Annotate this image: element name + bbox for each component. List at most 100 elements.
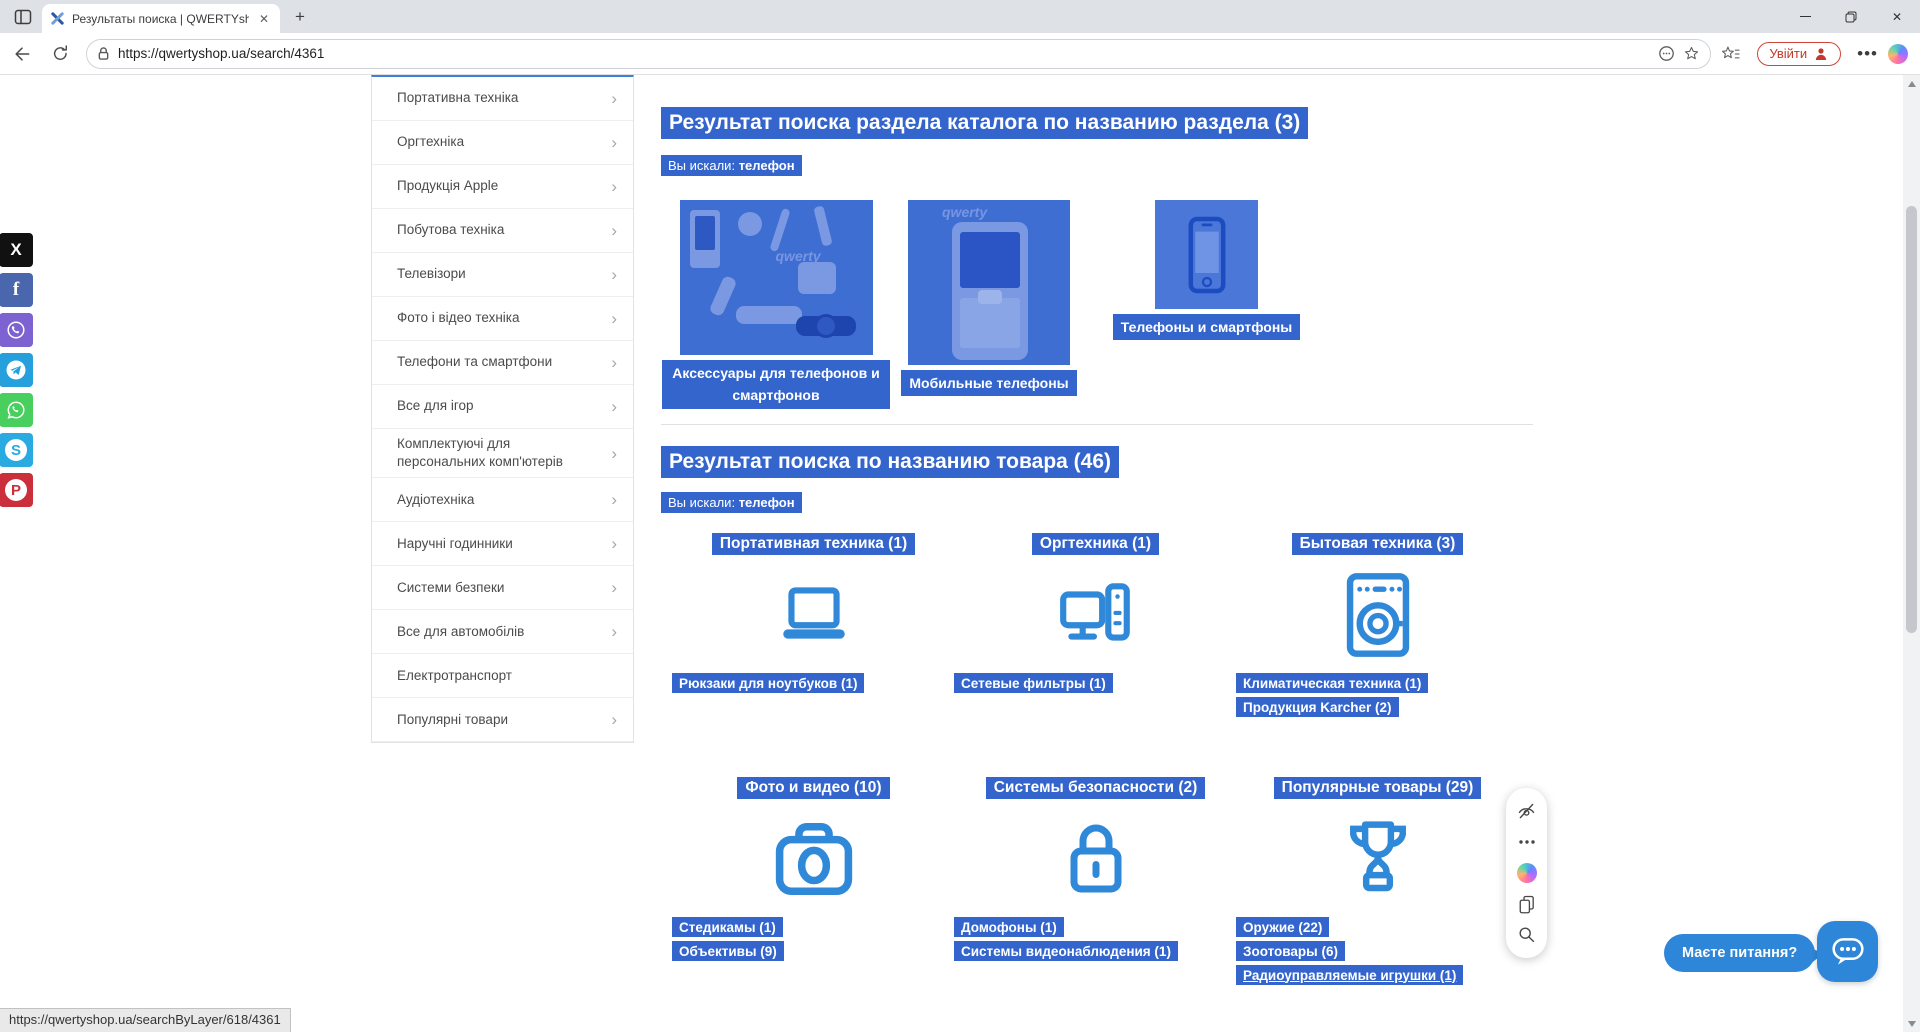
chat-widget-button[interactable] bbox=[1817, 921, 1878, 982]
sidebar-category-item[interactable]: Системи безпеки › bbox=[372, 566, 633, 610]
chat-prompt-bubble[interactable]: Маєте питання? bbox=[1664, 934, 1815, 972]
subcategory-link[interactable]: Зоотовары (6) bbox=[1236, 941, 1345, 961]
address-bar[interactable]: https://qwertyshop.ua/search/4361 bbox=[86, 39, 1711, 69]
sidebar-category-item[interactable]: Популярні товари › bbox=[372, 698, 633, 742]
product-category-result: Портативная техника (1) Рюкзаки для ноут… bbox=[672, 533, 955, 697]
sidebar-category-item[interactable]: Портативна техніка › bbox=[372, 77, 633, 121]
scroll-up-arrow[interactable] bbox=[1903, 75, 1920, 92]
section2-searched: Вы искали: телефон bbox=[661, 492, 802, 513]
social-share-button[interactable] bbox=[0, 313, 33, 347]
url-text[interactable]: https://qwertyshop.ua/search/4361 bbox=[118, 46, 1650, 61]
sidebar-category-item[interactable]: Все для автомобілів › bbox=[372, 610, 633, 654]
social-share-button[interactable]: S bbox=[0, 433, 33, 467]
category-title-link[interactable]: Бытовая техника (3) bbox=[1292, 533, 1464, 555]
tab-actions-menu-button[interactable] bbox=[8, 3, 38, 31]
sidebar-category-label: Все для автомобілів bbox=[397, 623, 524, 641]
lock-icon bbox=[1056, 817, 1136, 901]
sidebar-category-label: Портативна техніка bbox=[397, 89, 518, 107]
telegram-icon bbox=[4, 358, 28, 382]
settings-more-icon[interactable]: ••• bbox=[1857, 44, 1878, 64]
site-favicon bbox=[50, 11, 65, 26]
sidebar-category-item[interactable]: Оргтехніка › bbox=[372, 121, 633, 165]
sidebar-category-item[interactable]: Фото і відео техніка › bbox=[372, 297, 633, 341]
tab-close-icon[interactable]: ✕ bbox=[256, 12, 272, 26]
search-button[interactable] bbox=[1514, 921, 1540, 947]
restore-button[interactable] bbox=[1828, 0, 1874, 33]
social-share-button[interactable]: X bbox=[0, 233, 33, 267]
search-icon bbox=[1517, 925, 1536, 944]
subcategory-link[interactable]: Стедикамы (1) bbox=[672, 917, 783, 937]
catalog-card-image-phone: qwerty bbox=[908, 200, 1070, 365]
minimize-button[interactable] bbox=[1782, 0, 1828, 33]
sidebar-category-label: Телевізори bbox=[397, 265, 466, 283]
sidebar-category-label: Наручні годинники bbox=[397, 535, 513, 553]
copilot-button[interactable] bbox=[1514, 860, 1540, 886]
social-share-bar: X f bbox=[0, 233, 33, 507]
close-button[interactable]: ✕ bbox=[1874, 0, 1920, 33]
chevron-right-icon: › bbox=[611, 266, 617, 283]
lock-icon[interactable] bbox=[97, 46, 110, 61]
page-content: X f bbox=[0, 75, 1920, 1032]
favorites-bar-icon[interactable] bbox=[1721, 45, 1741, 63]
sidebar-category-label: Аудіотехніка bbox=[397, 491, 474, 509]
category-title-link[interactable]: Фото и видео (10) bbox=[737, 777, 889, 799]
more-actions-button[interactable] bbox=[1514, 829, 1540, 855]
subcategory-link[interactable]: Рюкзаки для ноутбуков (1) bbox=[672, 673, 864, 693]
favorite-star-icon[interactable] bbox=[1683, 45, 1700, 62]
category-title-link[interactable]: Популярные товары (29) bbox=[1274, 777, 1482, 799]
copy-button[interactable] bbox=[1514, 891, 1540, 917]
subcategory-link[interactable]: Оружие (22) bbox=[1236, 917, 1329, 937]
chevron-right-icon: › bbox=[611, 535, 617, 552]
permissions-icon[interactable] bbox=[1658, 45, 1675, 62]
qwerty-watermark: qwerty bbox=[776, 248, 821, 264]
social-share-button[interactable]: f bbox=[0, 273, 33, 307]
subcategory-link[interactable]: Продукция Karcher (2) bbox=[1236, 697, 1399, 717]
subcategory-link[interactable]: Домофоны (1) bbox=[954, 917, 1064, 937]
camera-icon bbox=[771, 816, 857, 902]
catalog-card-image-accessories: qwerty bbox=[680, 200, 873, 355]
sidebar-category-item[interactable]: Все для ігор › bbox=[372, 385, 633, 429]
sidebar-category-item[interactable]: Продукція Apple › bbox=[372, 165, 633, 209]
sidebar-category-item[interactable]: Аудіотехніка › bbox=[372, 478, 633, 522]
subcategory-links: Оружие (22) Зоотовары (6) Радиоуправляемые… bbox=[1236, 917, 1519, 985]
sidebar-category-item[interactable]: Комплектуючі для персональних комп'ютері… bbox=[372, 429, 633, 478]
subcategory-link[interactable]: Сетевые фильтры (1) bbox=[954, 673, 1113, 693]
sidebar-category-item[interactable]: Наручні годинники › bbox=[372, 522, 633, 566]
product-category-result: Фото и видео (10) Стедикамы (1) Объективы… bbox=[672, 777, 955, 965]
catalog-result-card[interactable]: qwerty Мобильные телефоны bbox=[908, 200, 1070, 396]
new-tab-button[interactable]: + bbox=[286, 3, 314, 31]
sidebar-category-label: Оргтехніка bbox=[397, 133, 464, 151]
category-title-link[interactable]: Системы безопасности (2) bbox=[986, 777, 1206, 799]
subcategory-link[interactable]: Объективы (9) bbox=[672, 941, 784, 961]
social-share-button[interactable]: P bbox=[0, 473, 33, 507]
scrollbar-thumb[interactable] bbox=[1906, 206, 1917, 633]
back-button[interactable] bbox=[6, 38, 38, 70]
login-button[interactable]: Увійти bbox=[1757, 42, 1841, 66]
social-share-button[interactable] bbox=[0, 353, 33, 387]
section-divider bbox=[661, 424, 1533, 425]
sidebar-category-item[interactable]: Електротранспорт › bbox=[372, 654, 633, 698]
copilot-icon[interactable] bbox=[1888, 44, 1908, 64]
catalog-card-label[interactable]: Мобильные телефоны bbox=[901, 370, 1076, 396]
sidebar-category-item[interactable]: Телефони та смартфони › bbox=[372, 341, 633, 385]
catalog-result-card[interactable]: Телефоны и смартфоны bbox=[1155, 200, 1258, 340]
catalog-card-label[interactable]: Аксессуары для телефонов и смартфонов bbox=[662, 360, 890, 409]
browser-tab[interactable]: Результаты поиска | QWERTYsho ✕ bbox=[42, 4, 280, 33]
scroll-down-arrow[interactable] bbox=[1903, 1015, 1920, 1032]
catalog-result-card[interactable]: qwerty Аксессуары для телефонов и смартф… bbox=[676, 200, 876, 409]
catalog-card-label[interactable]: Телефоны и смартфоны bbox=[1113, 314, 1301, 340]
hide-from-page-button[interactable] bbox=[1514, 799, 1540, 825]
chat-icon bbox=[1831, 936, 1865, 968]
subcategory-link[interactable]: Системы видеонаблюдения (1) bbox=[954, 941, 1178, 961]
subcategory-link[interactable]: Климатическая техника (1) bbox=[1236, 673, 1428, 693]
sidebar-category-item[interactable]: Побутова техніка › bbox=[372, 209, 633, 253]
subcategory-link[interactable]: Радиоуправляемые игрушки (1) bbox=[1236, 965, 1463, 985]
social-share-button[interactable] bbox=[0, 393, 33, 427]
refresh-button[interactable] bbox=[44, 38, 76, 70]
sidebar-category-item[interactable]: Телевізори › bbox=[372, 253, 633, 297]
subcategory-links: Сетевые фильтры (1) bbox=[954, 673, 1237, 693]
sidebar-category-label: Телефони та смартфони bbox=[397, 353, 552, 371]
category-title-link[interactable]: Оргтехника (1) bbox=[1032, 533, 1159, 555]
category-title-link[interactable]: Портативная техника (1) bbox=[712, 533, 915, 555]
vertical-scrollbar[interactable] bbox=[1903, 75, 1920, 1032]
